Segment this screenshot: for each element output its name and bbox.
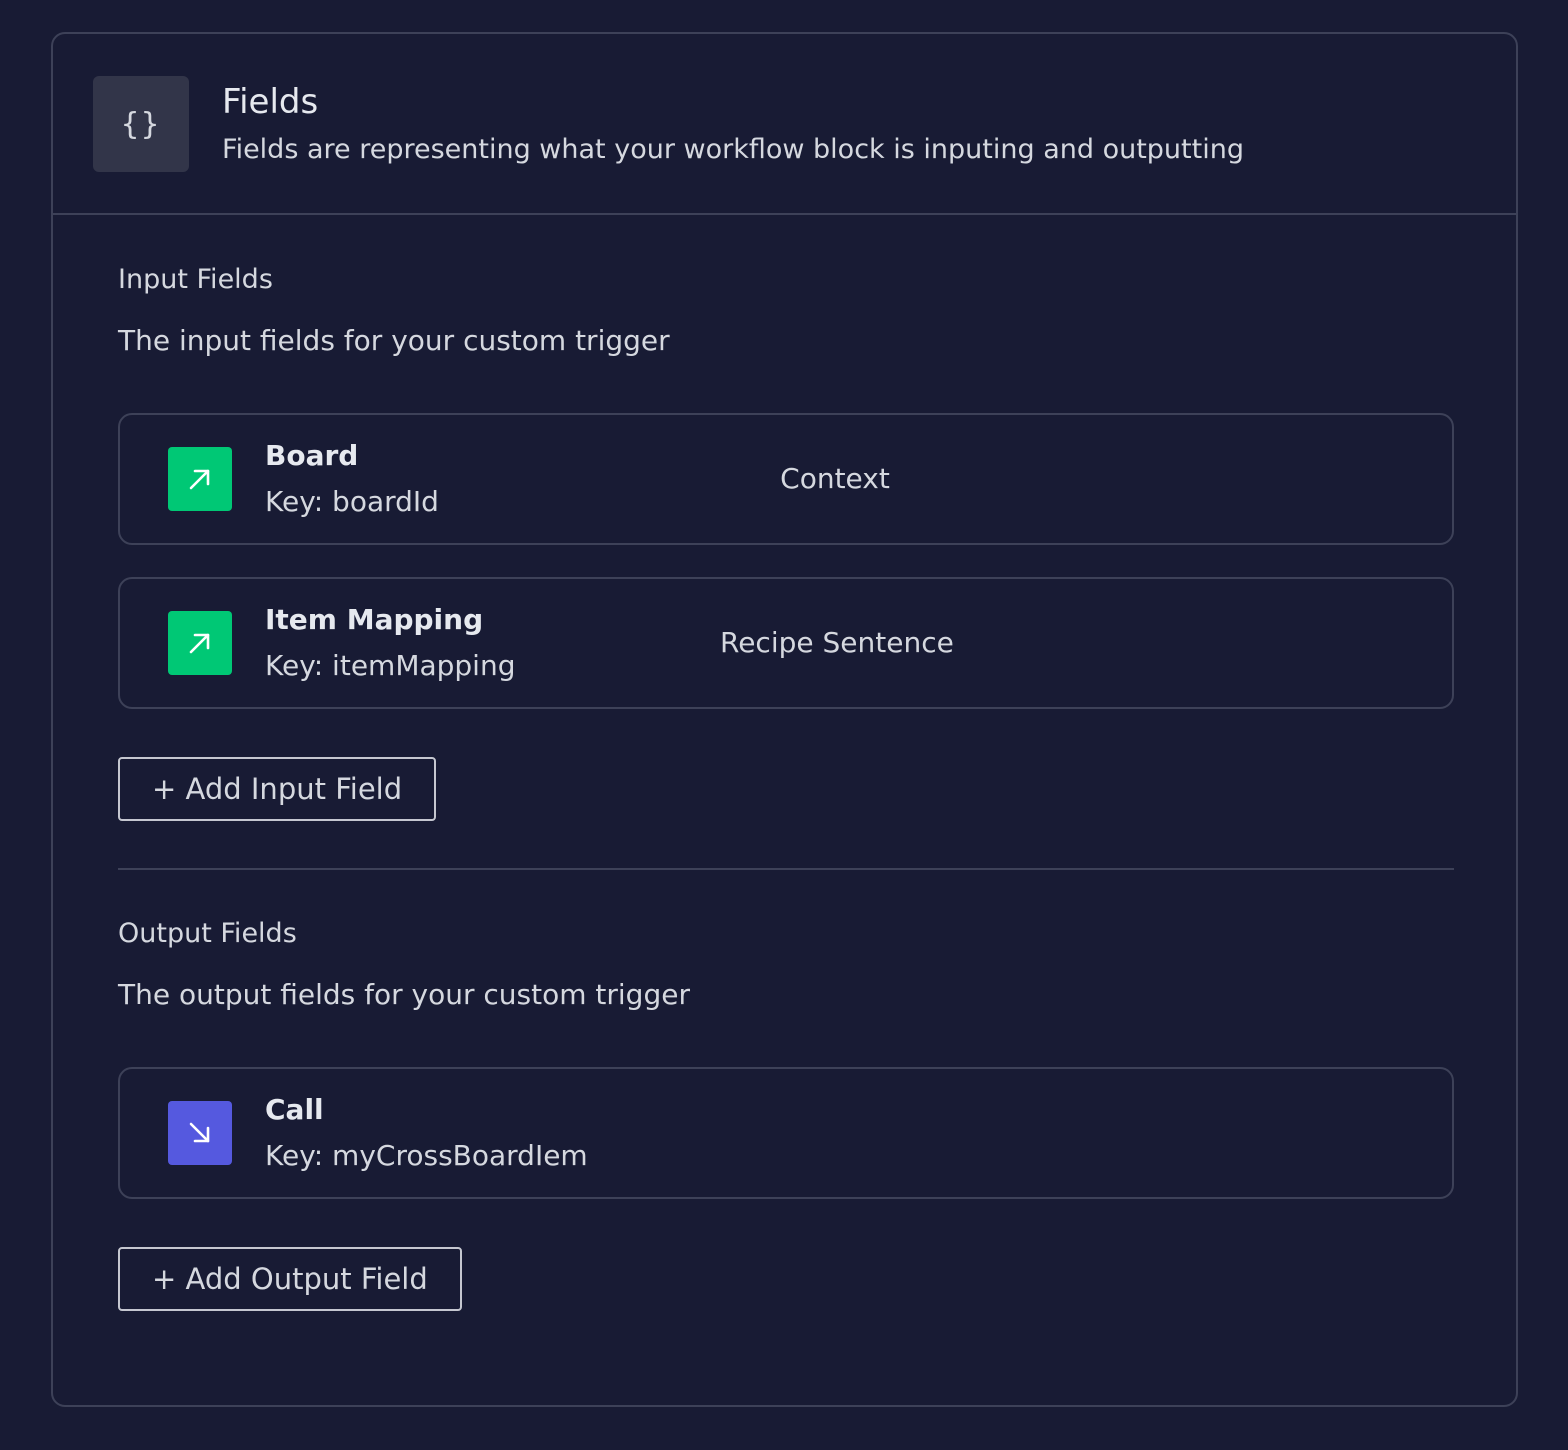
input-fields-title: Input Fields	[118, 264, 273, 295]
field-name: Item Mapping	[265, 603, 484, 636]
input-fields-description: The input fields for your custom trigger	[118, 324, 670, 357]
field-key: Key: boardId	[265, 485, 439, 518]
add-input-field-button[interactable]: + Add Input Field	[118, 757, 437, 821]
field-type: Context	[780, 462, 890, 495]
fields-panel: {} Fields Fields are representing what y…	[51, 32, 1518, 1407]
panel-header: {} Fields Fields are representing what y…	[53, 34, 1516, 215]
add-output-field-button[interactable]: + Add Output Field	[118, 1247, 462, 1311]
curly-braces-icon: {}	[93, 76, 189, 172]
panel-subtitle: Fields are representing what your workfl…	[222, 134, 1244, 165]
field-type: Recipe Sentence	[720, 626, 954, 659]
panel-title: Fields	[222, 82, 319, 122]
section-divider	[118, 868, 1454, 870]
field-key: Key: myCrossBoardIem	[265, 1139, 588, 1172]
input-field-card-item-mapping[interactable]: Item Mapping Key: itemMapping Recipe Sen…	[118, 577, 1454, 709]
output-fields-title: Output Fields	[118, 918, 297, 949]
output-fields-description: The output fields for your custom trigge…	[118, 978, 690, 1011]
field-name: Call	[265, 1093, 324, 1126]
arrow-up-right-icon	[168, 611, 232, 675]
arrow-up-right-icon	[168, 447, 232, 511]
arrow-down-right-icon	[168, 1101, 232, 1165]
field-key: Key: itemMapping	[265, 649, 516, 682]
input-field-card-board[interactable]: Board Key: boardId Context	[118, 413, 1454, 545]
output-field-card-call[interactable]: Call Key: myCrossBoardIem	[118, 1067, 1454, 1199]
field-name: Board	[265, 439, 359, 472]
